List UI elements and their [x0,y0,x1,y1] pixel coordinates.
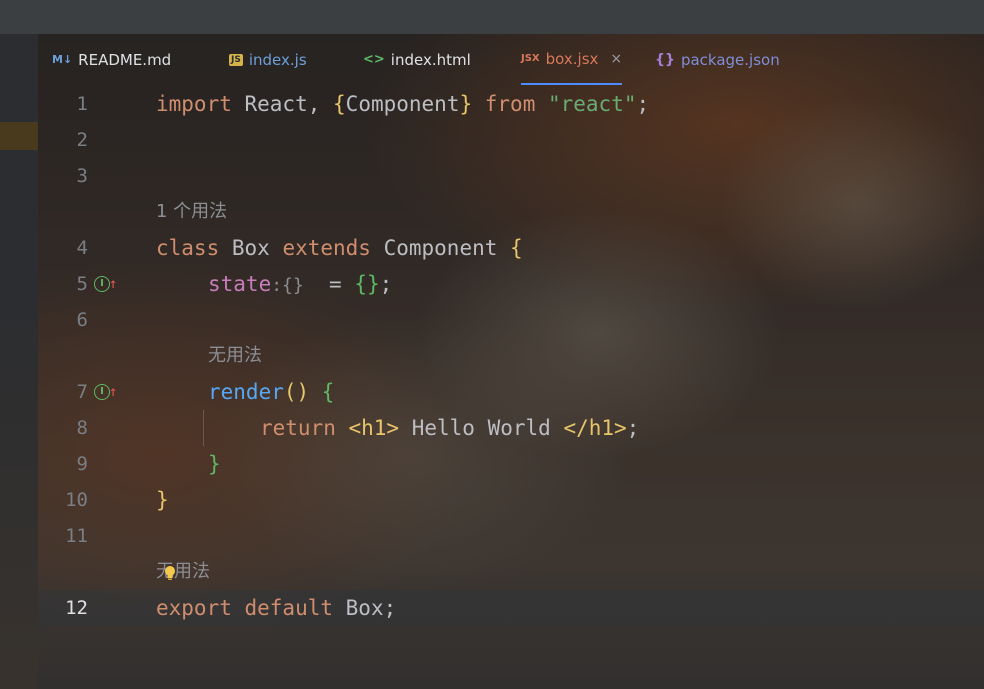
code-text: } [208,452,221,476]
line-number: 5 [76,273,88,295]
code-line-2[interactable]: 2 [38,122,984,158]
jsx-icon: JSX [521,53,540,64]
tab-package-json[interactable]: {} package.json [655,34,780,85]
title-bar [0,0,984,34]
tool-window-strip [0,34,38,689]
line-number: 12 [65,597,88,619]
code-line-11[interactable]: 11 [38,518,984,554]
line-number: 8 [76,417,88,439]
line-number: 11 [65,525,88,547]
tab-label: box.jsx [545,49,599,68]
code-line-4[interactable]: 4 class Box extends Component { [38,230,984,266]
code-text: } [156,488,169,512]
code-line-1[interactable]: 1 import React, {Component} from "react"… [38,86,984,122]
code-line-7[interactable]: 7 I ↑ render() { [38,374,984,410]
line-number: 2 [76,129,88,151]
usage-hint-line: 无用法 [38,554,984,590]
javascript-icon: JS [229,53,243,66]
tab-index-html[interactable]: <> index.html [363,34,471,85]
code-text: state:{} = {}; [208,272,393,296]
tab-label: index.html [390,50,471,69]
usage-hint-line: 1 个用法 [38,194,984,230]
line-number: 1 [76,93,88,115]
code-text: render() { [208,380,335,404]
tab-readme[interactable]: M↓ README.md [52,34,171,85]
code-editor[interactable]: M↓ README.md JS index.js <> index.html J… [38,34,984,689]
usage-hint-line: 无用法 [38,338,984,374]
line-number: 10 [65,489,88,511]
code-line-10[interactable]: 10 } [38,482,984,518]
line-number: 9 [76,453,88,475]
code-text: class Box extends Component { [156,236,523,260]
code-line-9[interactable]: 9 } [38,446,984,482]
code-text: export default Box; [156,596,397,620]
tab-label: README.md [78,50,172,69]
html-icon: <> [363,52,385,67]
json-icon: {} [655,51,675,68]
lightbulb-icon[interactable] [164,565,176,581]
tab-index-js[interactable]: JS index.js [229,34,307,85]
tab-label: index.js [248,50,307,69]
markdown-icon: M↓ [52,53,73,66]
implements-gutter-icon[interactable]: I ↑ [94,374,117,410]
code-line-5[interactable]: 5 I ↑ state:{} = {}; [38,266,984,302]
usage-hint[interactable]: 1 个用法 [156,194,227,230]
editor-tabs: M↓ README.md JS index.js <> index.html J… [38,34,984,85]
close-icon[interactable]: × [610,51,622,67]
code-line-12[interactable]: 12 export default Box; [38,590,984,626]
code-text: import React, {Component} from "react"; [156,92,650,116]
line-number: 3 [76,165,88,187]
code-line-8[interactable]: 8 return <h1> Hello World </h1>; [38,410,984,446]
code-text: return <h1> Hello World </h1>; [260,416,640,440]
line-number: 4 [76,237,88,259]
code-line-3[interactable]: 3 [38,158,984,194]
tab-label: package.json [680,50,780,69]
tab-box-jsx[interactable]: JSX box.jsx × [521,34,623,85]
line-number: 7 [76,381,88,403]
implements-gutter-icon[interactable]: I ↑ [94,266,117,302]
code-line-6[interactable]: 6 [38,302,984,338]
usage-hint[interactable]: 无用法 [208,338,262,374]
line-number: 6 [76,309,88,331]
